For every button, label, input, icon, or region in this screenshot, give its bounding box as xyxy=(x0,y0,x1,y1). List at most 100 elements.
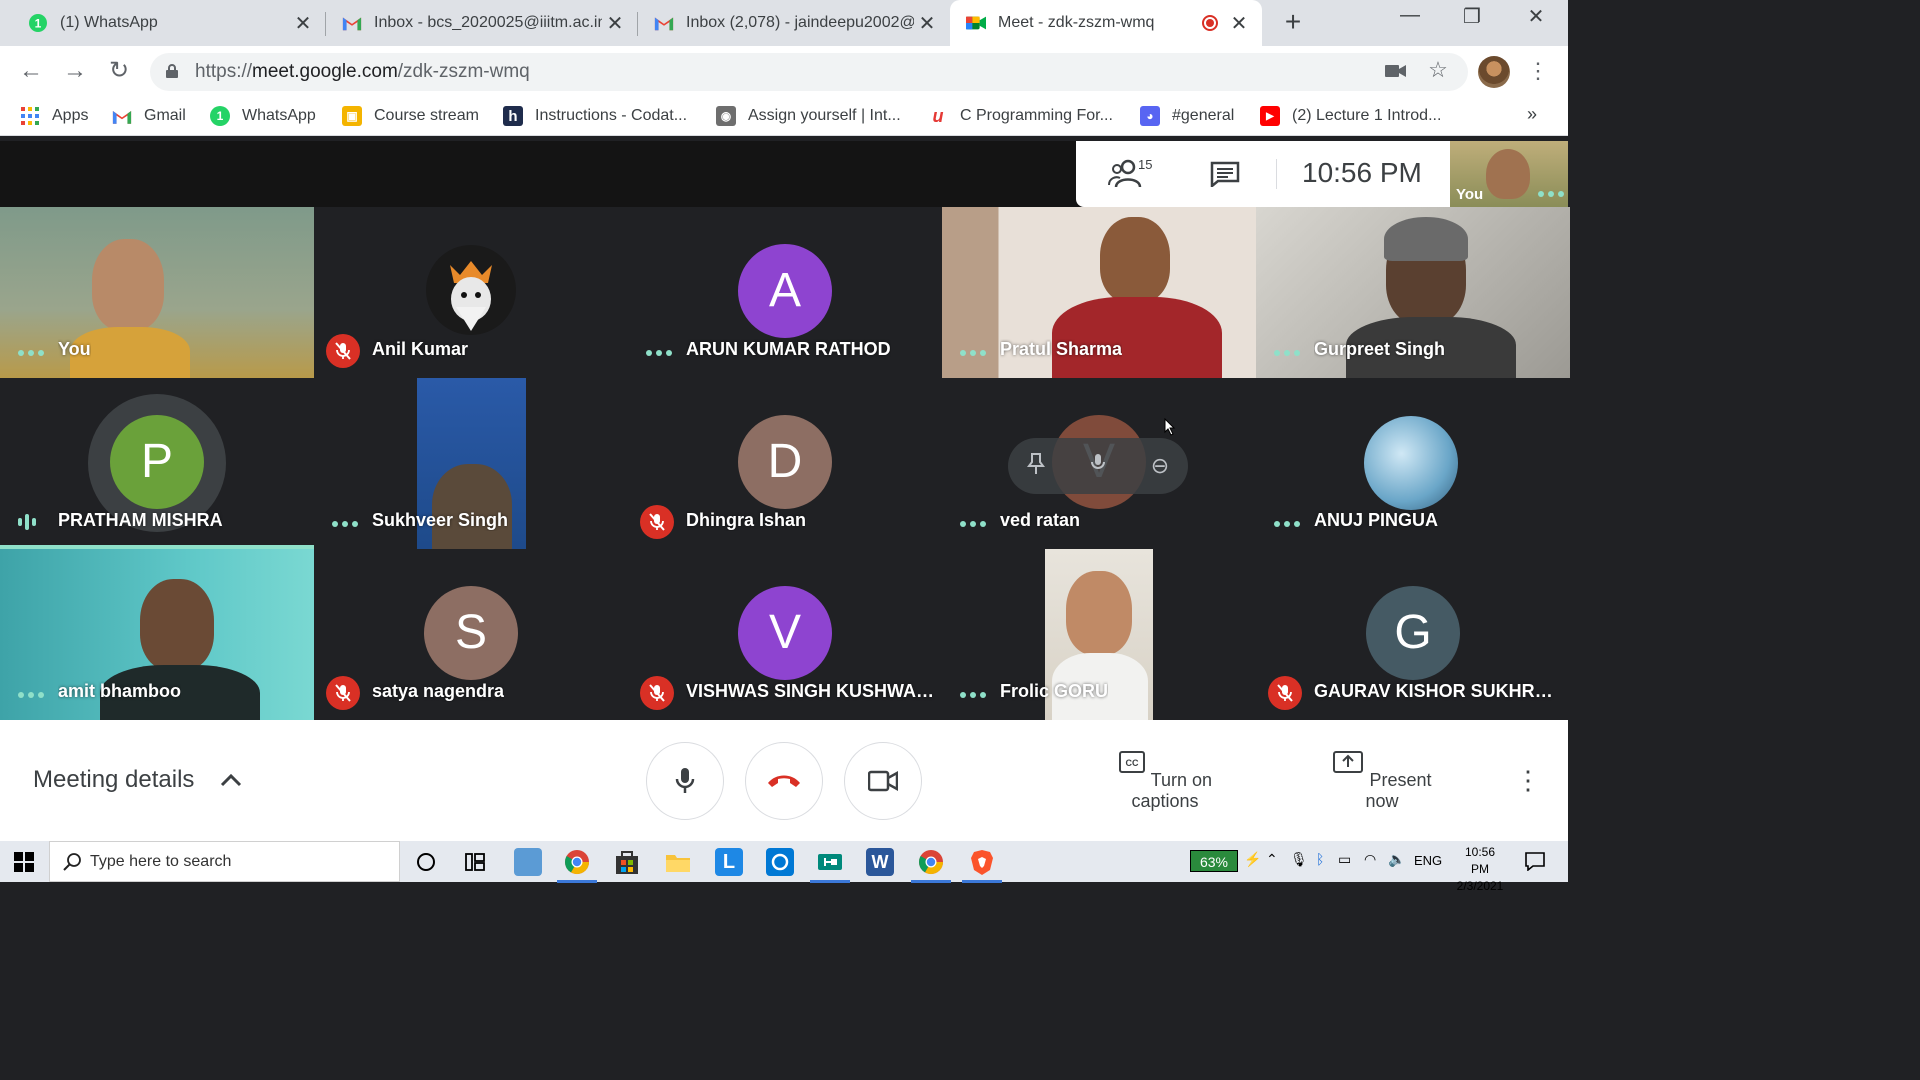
participant-tile[interactable]: V VISHWAS SINGH KUSHWAHA xyxy=(628,549,942,720)
captions-button[interactable]: CC Turn on captions xyxy=(1093,750,1237,812)
battery-indicator[interactable]: 63% xyxy=(1190,850,1238,872)
participant-tile[interactable]: ANUJ PINGUA xyxy=(1256,378,1570,549)
participant-tile[interactable]: Gurpreet Singh xyxy=(1256,207,1570,378)
people-icon[interactable] xyxy=(1108,159,1142,189)
url-text: https://meet.google.com/zdk-zszm-wmq xyxy=(195,61,530,83)
chevron-up-icon[interactable]: ⌃ xyxy=(1266,851,1278,868)
restore-icon[interactable]: ❐ xyxy=(1452,4,1492,29)
store-icon[interactable] xyxy=(613,848,641,876)
participant-tile[interactable]: A ARUN KUMAR RATHOD xyxy=(628,207,942,378)
more-options-icon[interactable]: ⋮ xyxy=(1515,762,1541,798)
chrome-icon[interactable] xyxy=(557,848,597,883)
close-icon[interactable]: ✕ xyxy=(602,11,628,36)
file-explorer-icon[interactable] xyxy=(664,848,692,876)
chrome-profile-icon[interactable] xyxy=(911,848,951,883)
leave-call-button[interactable] xyxy=(745,742,823,820)
reload-icon[interactable]: ↻ xyxy=(104,56,134,86)
remove-icon[interactable]: ⊖ xyxy=(1146,452,1174,480)
profile-avatar[interactable] xyxy=(1478,56,1510,88)
more-options-icon[interactable] xyxy=(1274,350,1300,356)
bookmark-apps[interactable]: Apps xyxy=(20,104,88,128)
more-options-icon[interactable] xyxy=(646,350,672,356)
more-options-icon[interactable] xyxy=(18,350,44,356)
participant-tile[interactable]: P PRATHAM MISHRA xyxy=(0,378,314,549)
chevron-up-icon[interactable] xyxy=(218,770,244,790)
desktop-app-icon[interactable] xyxy=(514,848,542,876)
participant-tile[interactable]: D Dhingra Ishan xyxy=(628,378,942,549)
present-now-button[interactable]: Present now xyxy=(1322,750,1442,812)
word-icon[interactable]: W xyxy=(866,848,894,876)
close-icon[interactable]: ✕ xyxy=(1226,11,1252,36)
language-indicator[interactable]: ENG xyxy=(1414,853,1442,868)
app-icon[interactable] xyxy=(766,848,794,876)
taskbar-search[interactable]: Type here to search xyxy=(49,841,400,882)
more-bookmarks-icon[interactable]: » xyxy=(1527,104,1537,125)
bluetooth-icon[interactable]: ᛒ xyxy=(1316,851,1324,867)
more-options-icon[interactable] xyxy=(960,521,986,527)
bookmark-whatsapp[interactable]: 1 WhatsApp xyxy=(210,104,316,128)
participant-tile[interactable]: G GAURAV KISHOR SUKHRAMANI xyxy=(1256,549,1570,720)
battery-icon[interactable]: ▭ xyxy=(1338,851,1351,868)
l-app-icon[interactable]: L xyxy=(715,848,743,876)
menu-icon[interactable]: ⋮ xyxy=(1526,56,1550,86)
participant-name: You xyxy=(58,339,91,359)
more-options-icon[interactable] xyxy=(960,350,986,356)
more-options-icon[interactable] xyxy=(18,692,44,698)
participant-tile[interactable]: Sukhveer Singh xyxy=(314,378,628,549)
more-options-icon[interactable] xyxy=(960,692,986,698)
tab-meet[interactable]: Meet - zdk-zszm-wmq ✕ xyxy=(950,0,1262,46)
close-window-icon[interactable]: ✕ xyxy=(1516,4,1556,29)
meeting-details-button[interactable]: Meeting details xyxy=(33,766,194,794)
participant-tile[interactable]: amit bhamboo xyxy=(0,549,314,720)
brave-icon[interactable] xyxy=(962,848,1002,883)
bookmark-c-programming[interactable]: u C Programming For... xyxy=(928,104,1113,128)
meet-app-icon[interactable] xyxy=(810,848,850,883)
participant-tile[interactable]: Anil Kumar xyxy=(314,207,628,378)
bookmark-general[interactable]: ◕ #general xyxy=(1140,104,1234,128)
bookmark-course-stream[interactable]: ▣ Course stream xyxy=(342,104,479,128)
tab-inbox-iiitm[interactable]: Inbox - bcs_2020025@iiitm.ac.in ✕ xyxy=(326,0,638,46)
close-icon[interactable]: ✕ xyxy=(914,11,940,36)
tab-inbox-gmail[interactable]: Inbox (2,078) - jaindeepu2002@gmail.com … xyxy=(638,0,950,46)
star-icon[interactable]: ☆ xyxy=(1426,59,1450,81)
participant-tile[interactable]: Pratul Sharma xyxy=(942,207,1256,378)
microphone-tray-icon[interactable]: 🎙 xyxy=(1290,851,1308,868)
tab-title: Inbox - bcs_2020025@iiitm.ac.in xyxy=(374,14,602,31)
address-bar[interactable]: https://meet.google.com/zdk-zszm-wmq ☆ xyxy=(150,53,1468,91)
volume-icon[interactable]: 🔈 xyxy=(1388,851,1405,868)
more-options-icon[interactable] xyxy=(332,521,358,527)
h-logo-icon: h xyxy=(503,106,523,126)
tab-whatsapp[interactable]: 1 (1) WhatsApp ✕ xyxy=(0,0,326,46)
new-tab-button[interactable]: + xyxy=(1278,6,1308,38)
bookmark-instructions[interactable]: h Instructions - Codat... xyxy=(503,104,687,128)
participant-tile[interactable]: Frolic GORU xyxy=(942,549,1256,720)
mute-participant-icon[interactable] xyxy=(1084,452,1112,480)
chat-icon[interactable] xyxy=(1210,161,1240,187)
pin-icon[interactable] xyxy=(1022,452,1050,480)
participant-count: 15 xyxy=(1138,157,1153,172)
back-icon[interactable]: ← xyxy=(16,56,46,86)
bookmark-gmail[interactable]: Gmail xyxy=(112,104,186,128)
self-view-thumbnail[interactable]: You xyxy=(1450,141,1568,207)
bookmark-assign-yourself[interactable]: ◉ Assign yourself | Int... xyxy=(716,104,901,128)
forward-icon[interactable]: → xyxy=(60,56,90,86)
close-icon[interactable]: ✕ xyxy=(290,11,316,36)
notification-icon[interactable] xyxy=(1524,851,1546,871)
more-options-icon[interactable] xyxy=(1274,521,1300,527)
camera-button[interactable] xyxy=(844,742,922,820)
participant-tile[interactable]: V ⊖ ved ratan xyxy=(942,378,1256,549)
microphone-button[interactable] xyxy=(646,742,724,820)
cortana-icon[interactable] xyxy=(412,848,440,876)
minimize-icon[interactable]: — xyxy=(1390,4,1430,27)
windows-start-icon[interactable] xyxy=(14,852,34,872)
wifi-icon[interactable]: ◠ xyxy=(1364,851,1376,868)
participant-tile[interactable]: S satya nagendra xyxy=(314,549,628,720)
bookmark-lecture[interactable]: ▶ (2) Lecture 1 Introd... xyxy=(1260,104,1441,128)
more-options-icon[interactable] xyxy=(1538,191,1564,197)
participant-tile[interactable]: You xyxy=(0,207,314,378)
task-view-icon[interactable] xyxy=(461,848,489,876)
meet-control-bar: Meeting details CC Turn on captions Pres… xyxy=(0,720,1568,841)
taskbar-clock[interactable]: 10:56 PM 2/3/2021 xyxy=(1456,844,1504,895)
camera-icon[interactable] xyxy=(1384,61,1408,83)
recording-icon xyxy=(1202,15,1218,31)
